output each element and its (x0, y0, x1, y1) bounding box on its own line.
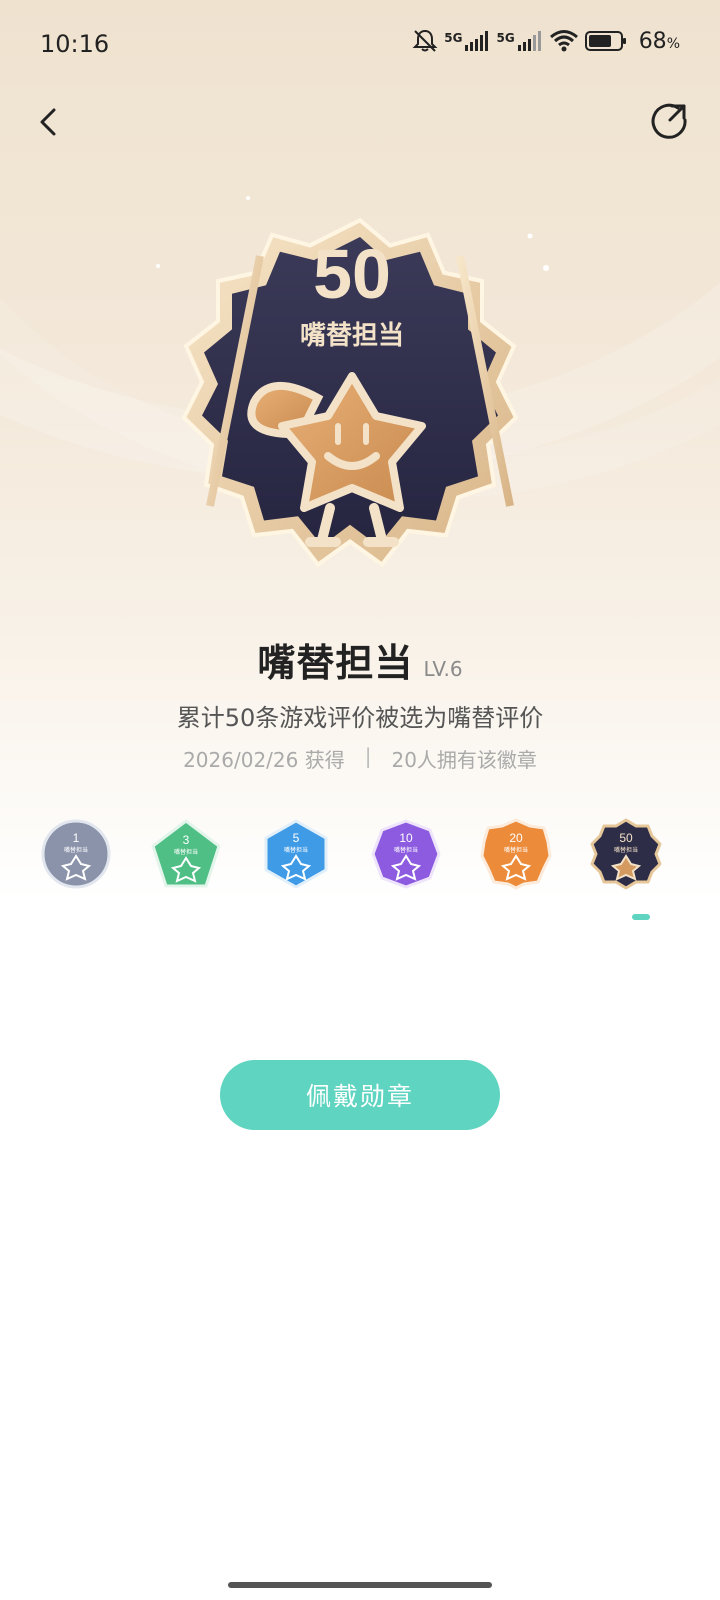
badge-icon: 20 嘴替担当 (480, 818, 552, 890)
wifi-icon (549, 30, 578, 52)
badge-level: LV.6 (423, 657, 463, 681)
battery-percent: 68% (639, 29, 680, 54)
obtained-date: 2026/02/26 获得 (183, 748, 345, 772)
wear-badge-button[interactable]: 佩戴勋章 (220, 1060, 500, 1130)
badge-icon: 1 嘴替担当 (41, 819, 111, 889)
level-badge-50[interactable]: 50 嘴替担当 (590, 818, 662, 890)
bell-off-icon (412, 29, 438, 52)
signal-bars-icon (517, 31, 541, 51)
badge-title: 嘴替担当 (257, 641, 414, 685)
badge-hero: 50 嘴替担当 (150, 176, 592, 596)
share-icon (651, 103, 687, 139)
badge-icon: 5 嘴替担当 (264, 819, 328, 889)
chevron-left-icon (40, 108, 56, 136)
badge-meta: 2026/02/26 获得 | 20人拥有该徽章 (0, 744, 720, 773)
badge-icon: 3 嘴替担当 (151, 819, 221, 888)
signal-1: 5G (444, 31, 490, 51)
status-time: 10:16 (40, 30, 110, 58)
battery-icon (584, 31, 626, 51)
meta-separator: | (364, 744, 372, 768)
level-number: 5 (293, 831, 300, 845)
badge-hero-graphic: 50 嘴替担当 (156, 196, 592, 568)
level-label: 嘴替担当 (614, 846, 638, 854)
signal-bars-icon (465, 31, 489, 51)
level-label: 嘴替担当 (284, 846, 308, 854)
back-button[interactable] (28, 100, 72, 144)
level-label: 嘴替担当 (64, 846, 88, 854)
level-number: 50 (619, 831, 633, 845)
selected-level-indicator (632, 914, 650, 920)
level-badge-1[interactable]: 1 嘴替担当 (40, 818, 112, 890)
level-number: 20 (509, 831, 523, 845)
level-number: 10 (399, 831, 413, 845)
level-badge-list: 1 嘴替担当 3 嘴替担当 5 嘴替担当 10 嘴替担当 20 嘴替担当 50 … (40, 818, 680, 908)
level-label: 嘴替担当 (504, 846, 528, 854)
status-bar: 10:16 5G 5G 68% (0, 0, 720, 92)
level-badge-3[interactable]: 3 嘴替担当 (150, 818, 222, 890)
level-badge-10[interactable]: 10 嘴替担当 (370, 818, 442, 890)
level-label: 嘴替担当 (394, 846, 418, 854)
network-label-2: 5G (496, 31, 515, 45)
badge-title-row: 嘴替担当 LV.6 (0, 632, 720, 687)
level-label: 嘴替担当 (174, 848, 198, 856)
network-label-1: 5G (444, 31, 463, 45)
badge-description: 累计50条游戏评价被选为嘴替评价 (176, 704, 544, 732)
badge-caption: 嘴替担当 (300, 321, 404, 351)
level-badge-5[interactable]: 5 嘴替担当 (260, 818, 332, 890)
battery-value: 68 (638, 28, 667, 54)
badge-number: 50 (313, 235, 391, 313)
level-badge-20[interactable]: 20 嘴替担当 (480, 818, 552, 890)
level-number: 3 (183, 833, 190, 847)
badge-icon: 50 嘴替担当 (590, 818, 662, 890)
status-icons: 5G 5G 68% (412, 28, 680, 54)
signal-2: 5G (496, 31, 542, 51)
home-indicator[interactable] (228, 1582, 492, 1588)
owner-count: 20人拥有该徽章 (391, 748, 537, 772)
badge-icon: 10 嘴替担当 (371, 819, 441, 889)
share-button[interactable] (648, 100, 692, 144)
battery-unit: % (666, 35, 680, 52)
level-number: 1 (73, 831, 80, 845)
